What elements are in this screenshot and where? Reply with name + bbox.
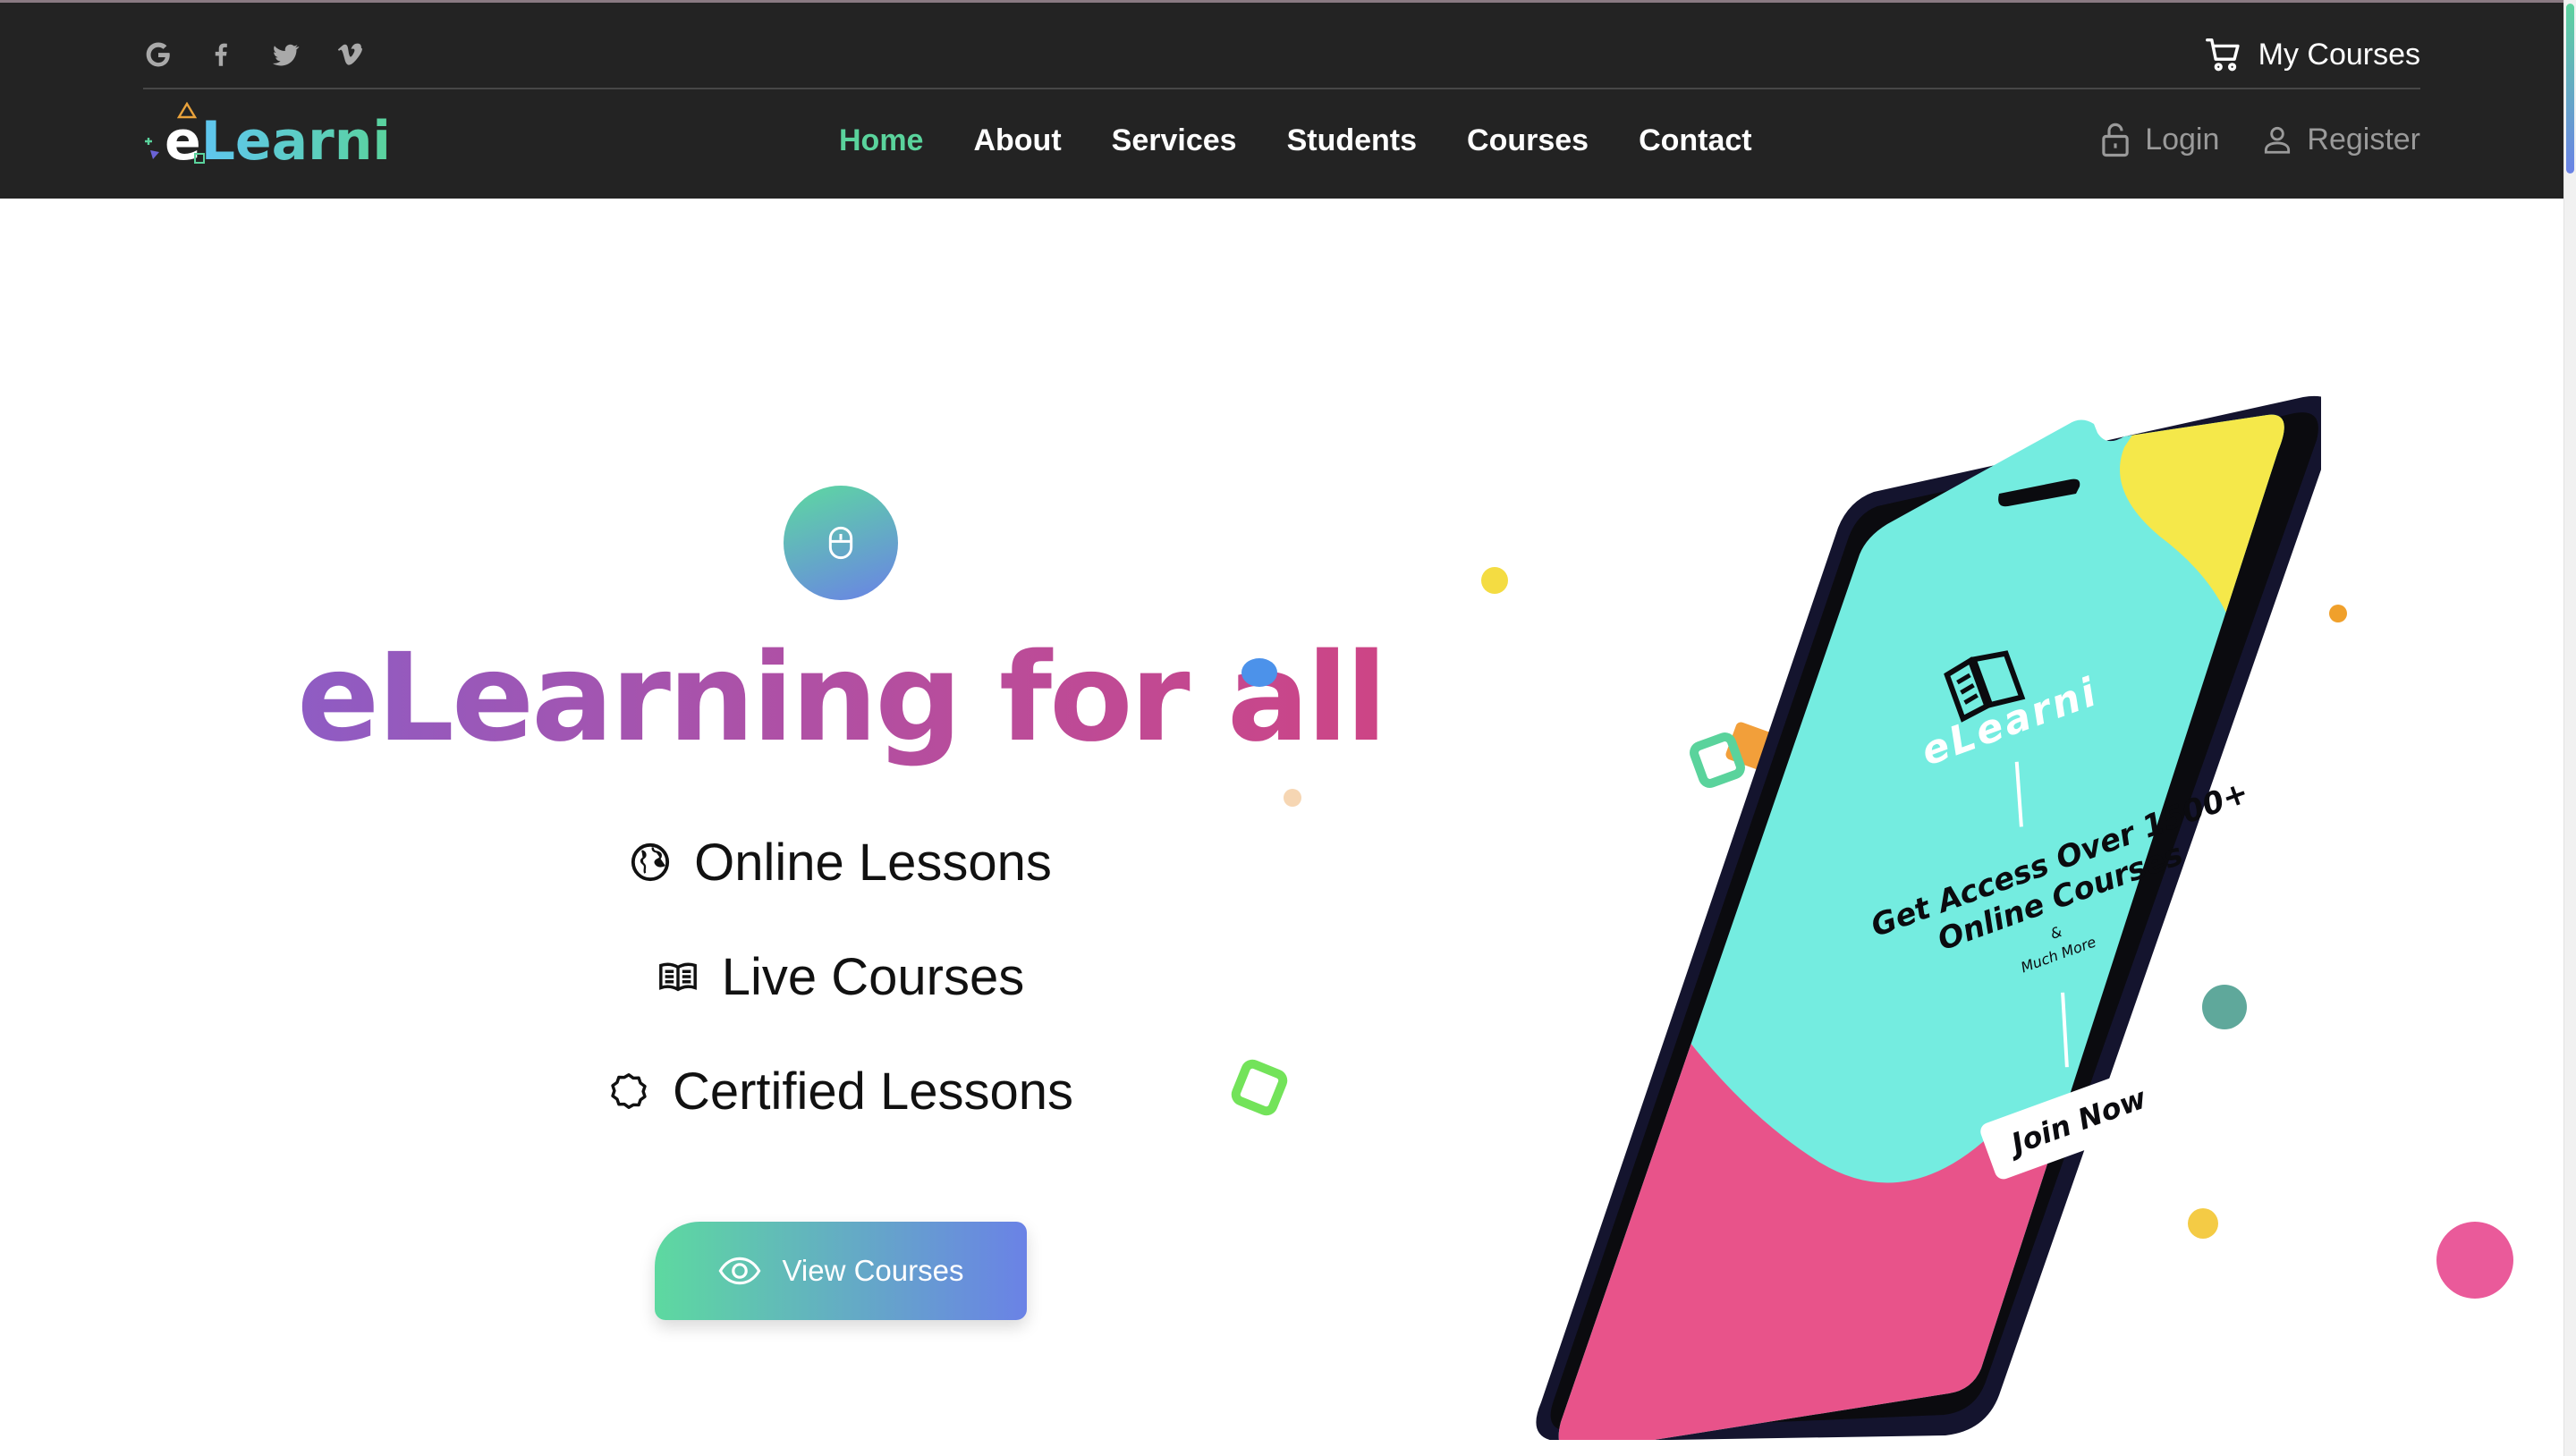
decor-dot bbox=[1481, 567, 1508, 594]
user-icon bbox=[2265, 126, 2291, 154]
scrollbar-thumb[interactable] bbox=[2566, 4, 2574, 174]
nav-about[interactable]: About bbox=[973, 123, 1061, 158]
topbar-divider bbox=[143, 88, 2420, 89]
feature-online-label: Online Lessons bbox=[694, 833, 1052, 892]
login-link[interactable]: Login bbox=[2098, 121, 2219, 158]
register-label: Register bbox=[2307, 122, 2420, 157]
nav-courses[interactable]: Courses bbox=[1467, 123, 1589, 158]
eye-icon bbox=[718, 1257, 760, 1285]
vimeo-icon[interactable] bbox=[332, 37, 368, 72]
logo-mark-icon bbox=[143, 114, 165, 168]
feature-live-courses: Live Courses bbox=[0, 941, 1682, 1012]
login-label: Login bbox=[2145, 122, 2220, 157]
decor-dot bbox=[2329, 605, 2347, 622]
nav-contact[interactable]: Contact bbox=[1639, 123, 1752, 158]
globe-icon bbox=[631, 842, 670, 882]
decor-square bbox=[1231, 1059, 1288, 1116]
my-courses-link[interactable]: My Courses bbox=[2203, 31, 2420, 78]
nav-students[interactable]: Students bbox=[1287, 123, 1417, 158]
decor-dot bbox=[2436, 1222, 2513, 1299]
twitter-icon[interactable] bbox=[267, 37, 303, 72]
feature-live-label: Live Courses bbox=[721, 947, 1025, 1006]
badge-icon bbox=[611, 1073, 647, 1109]
phone-mockup: eLearni Get Access Over 1500+ Online Cou… bbox=[1534, 394, 2336, 1442]
logo-triangle-icon bbox=[177, 102, 197, 119]
feature-certified-lessons: Certified Lessons bbox=[0, 1055, 1682, 1127]
book-icon bbox=[658, 962, 697, 992]
nav-services[interactable]: Services bbox=[1112, 123, 1237, 158]
logo-text-rest: Learni bbox=[200, 110, 391, 173]
register-link[interactable]: Register bbox=[2260, 121, 2420, 158]
view-courses-button[interactable]: View Courses bbox=[655, 1222, 1027, 1320]
cart-icon bbox=[2205, 38, 2240, 72]
nav-home[interactable]: Home bbox=[839, 123, 923, 158]
my-courses-label: My Courses bbox=[2258, 37, 2420, 72]
feature-certified-label: Certified Lessons bbox=[672, 1062, 1074, 1121]
logo-square-icon bbox=[194, 153, 205, 164]
site-logo[interactable]: eLearni bbox=[143, 102, 391, 177]
site-header: My Courses eLearni Home About Services S… bbox=[0, 0, 2563, 199]
auth-links: Login Register bbox=[2098, 115, 2420, 164]
scroll-mouse-badge bbox=[784, 486, 898, 600]
decor-dot bbox=[1241, 658, 1277, 687]
scrollbar[interactable] bbox=[2563, 0, 2576, 1456]
mouse-icon bbox=[828, 526, 853, 560]
view-courses-label: View Courses bbox=[782, 1254, 964, 1287]
main-nav: Home About Services Students Courses Con… bbox=[839, 117, 1802, 164]
facebook-icon[interactable] bbox=[203, 37, 239, 72]
feature-online-lessons: Online Lessons bbox=[0, 826, 1682, 898]
page-viewport: My Courses eLearni Home About Services S… bbox=[0, 0, 2563, 1456]
lock-icon bbox=[2102, 123, 2129, 157]
google-icon[interactable] bbox=[140, 37, 176, 72]
decor-dot bbox=[1284, 789, 1301, 807]
hero-title: eLearning for all bbox=[0, 626, 1682, 772]
